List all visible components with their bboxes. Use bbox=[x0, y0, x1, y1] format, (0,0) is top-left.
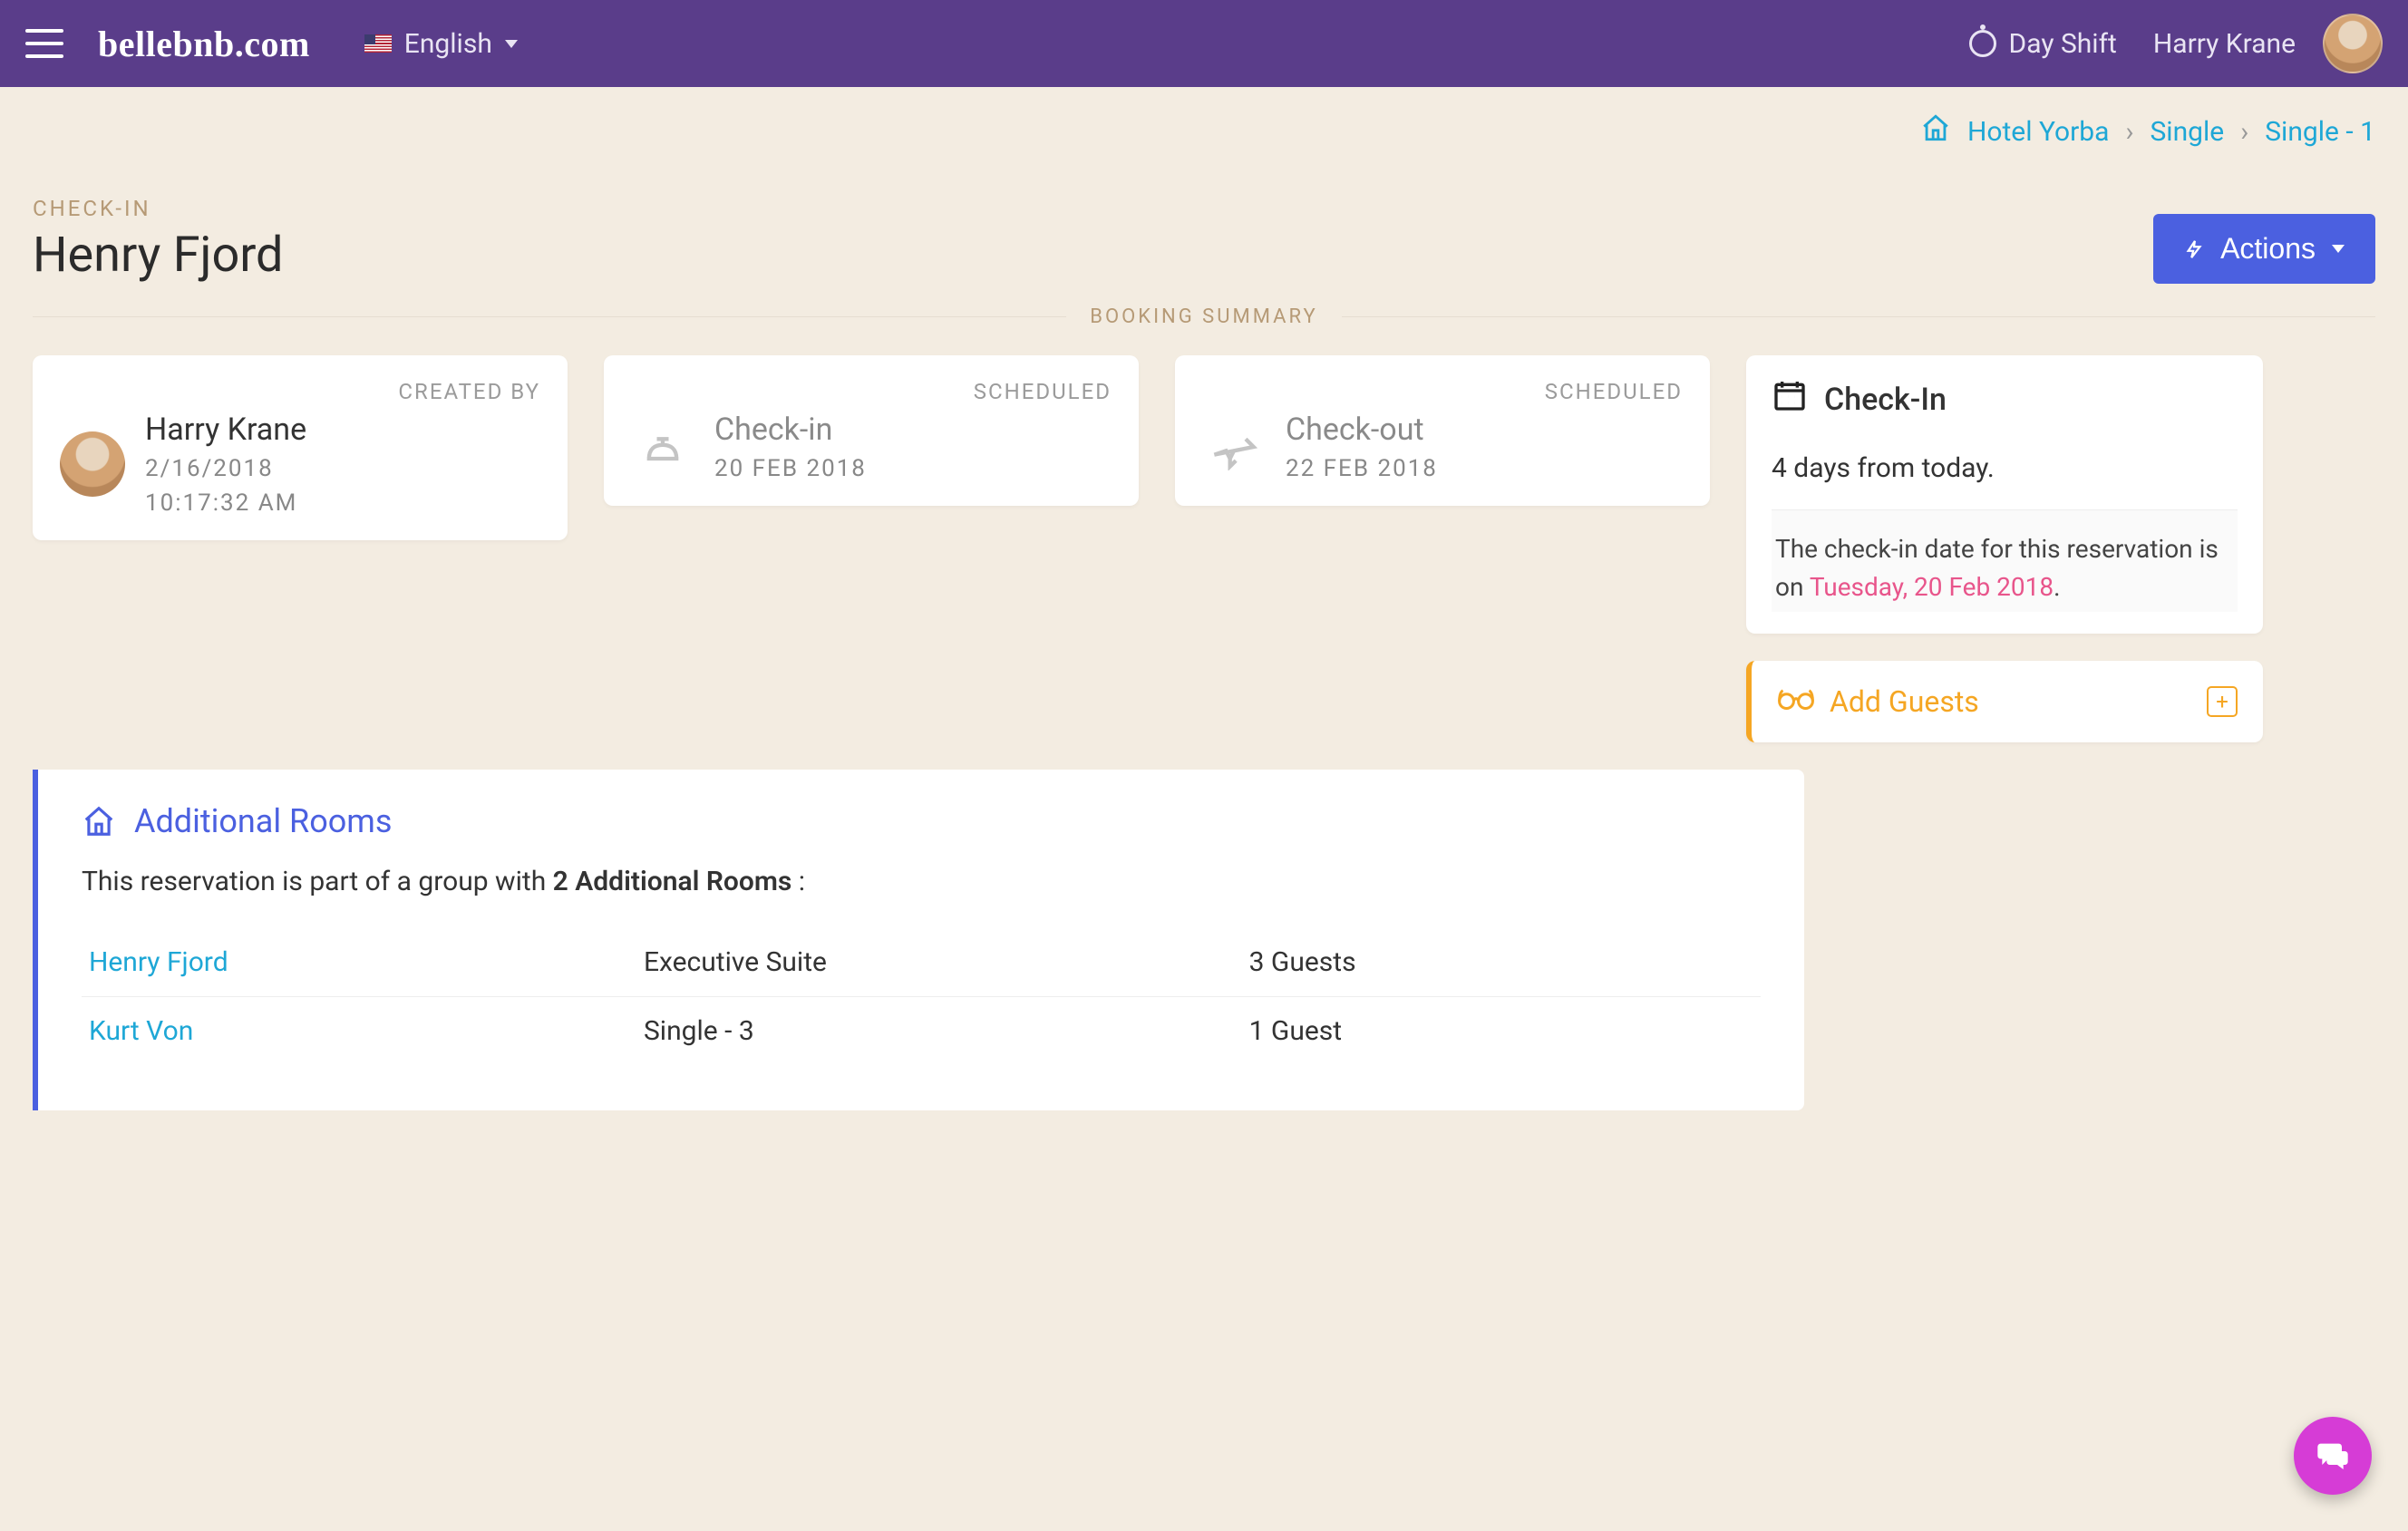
creator-name: Harry Krane bbox=[145, 412, 306, 448]
chevron-down-icon bbox=[505, 40, 518, 48]
flag-us-icon bbox=[364, 34, 392, 53]
shift-label: Day Shift bbox=[2009, 28, 2117, 60]
brand-logo[interactable]: bellebnb.com bbox=[98, 23, 310, 65]
checkout-card: SCHEDULED Check-out 22 FEB 2018 bbox=[1175, 355, 1710, 506]
actions-button[interactable]: Actions bbox=[2153, 214, 2375, 284]
plane-icon bbox=[1202, 423, 1266, 470]
section-divider: BOOKING SUMMARY bbox=[0, 305, 2408, 328]
breadcrumb-sep: › bbox=[2125, 116, 2133, 148]
checkin-note-date: Tuesday, 20 Feb 2018 bbox=[1810, 572, 2054, 602]
created-by-tag: CREATED BY bbox=[60, 379, 540, 404]
title-row: CHECK-IN Henry Fjord Actions bbox=[0, 150, 2408, 302]
page-label: CHECK-IN bbox=[33, 196, 284, 221]
checkin-card: SCHEDULED Check-in 20 FEB 2018 bbox=[604, 355, 1139, 506]
menu-icon[interactable] bbox=[25, 29, 63, 58]
table-row: Henry Fjord Executive Suite 3 Guests bbox=[82, 928, 1761, 997]
home-icon[interactable] bbox=[1920, 112, 1951, 150]
checkin-countdown: 4 days from today. bbox=[1772, 452, 2238, 510]
avatar[interactable] bbox=[2323, 14, 2383, 73]
additional-rooms-desc: This reservation is part of a group with… bbox=[82, 866, 1761, 897]
checkout-tag: SCHEDULED bbox=[1202, 379, 1683, 404]
bell-icon bbox=[631, 423, 694, 470]
bolt-icon bbox=[2184, 236, 2204, 263]
breadcrumb-hotel[interactable]: Hotel Yorba bbox=[1967, 116, 2109, 148]
chevron-down-icon bbox=[2332, 245, 2345, 253]
breadcrumb-room[interactable]: Single - 1 bbox=[2265, 116, 2375, 148]
add-guests-label: Add Guests bbox=[1830, 684, 1979, 719]
room-type: Single - 3 bbox=[644, 1015, 1249, 1047]
shift-toggle[interactable]: Day Shift bbox=[1969, 28, 2117, 60]
actions-label: Actions bbox=[2220, 232, 2316, 266]
chat-icon bbox=[2315, 1438, 2351, 1474]
topbar: bellebnb.com English Day Shift Harry Kra… bbox=[0, 0, 2408, 87]
right-column: Check-In 4 days from today. The check-in… bbox=[1746, 355, 2263, 742]
checkin-tag: SCHEDULED bbox=[631, 379, 1112, 404]
calendar-icon bbox=[1772, 377, 1808, 422]
chat-fab[interactable] bbox=[2294, 1417, 2372, 1495]
created-by-card: CREATED BY Harry Krane 2/16/2018 10:17:3… bbox=[33, 355, 568, 540]
breadcrumb-category[interactable]: Single bbox=[2150, 116, 2224, 148]
user-name[interactable]: Harry Krane bbox=[2153, 28, 2296, 60]
plus-icon[interactable]: + bbox=[2207, 686, 2238, 717]
checkin-status-title: Check-In bbox=[1824, 382, 1947, 418]
section-label: BOOKING SUMMARY bbox=[1090, 305, 1317, 328]
creator-avatar bbox=[60, 431, 125, 497]
additional-rooms-title: Additional Rooms bbox=[134, 802, 392, 840]
created-date: 2/16/2018 bbox=[145, 455, 306, 482]
checkout-date: 22 FEB 2018 bbox=[1286, 455, 1438, 482]
table-row: Kurt Von Single - 3 1 Guest bbox=[82, 997, 1761, 1065]
house-icon bbox=[82, 804, 116, 838]
add-guests-card[interactable]: Add Guests + bbox=[1746, 661, 2263, 742]
room-guests: 1 Guest bbox=[1249, 1015, 1753, 1047]
checkin-date: 20 FEB 2018 bbox=[714, 455, 867, 482]
room-guest-link[interactable]: Kurt Von bbox=[89, 1015, 644, 1047]
rooms-table: Henry Fjord Executive Suite 3 Guests Kur… bbox=[82, 928, 1761, 1065]
checkin-status-card: Check-In 4 days from today. The check-in… bbox=[1746, 355, 2263, 634]
room-guests: 3 Guests bbox=[1249, 946, 1753, 978]
checkout-label: Check-out bbox=[1286, 412, 1438, 448]
additional-rooms-panel: Additional Rooms This reservation is par… bbox=[33, 770, 1804, 1110]
checkin-note: The check-in date for this reservation i… bbox=[1772, 510, 2238, 612]
language-selector[interactable]: English bbox=[364, 28, 518, 60]
sun-icon bbox=[1969, 30, 1996, 57]
page-title: Henry Fjord bbox=[33, 227, 284, 284]
checkin-label: Check-in bbox=[714, 412, 867, 448]
created-time: 10:17:32 AM bbox=[145, 489, 306, 517]
summary-row: CREATED BY Harry Krane 2/16/2018 10:17:3… bbox=[0, 328, 2408, 770]
room-type: Executive Suite bbox=[644, 946, 1249, 978]
breadcrumb-sep: › bbox=[2240, 116, 2248, 148]
breadcrumb: Hotel Yorba › Single › Single - 1 bbox=[0, 87, 2408, 150]
language-label: English bbox=[404, 28, 492, 60]
room-guest-link[interactable]: Henry Fjord bbox=[89, 946, 644, 978]
glasses-icon bbox=[1777, 684, 1815, 719]
